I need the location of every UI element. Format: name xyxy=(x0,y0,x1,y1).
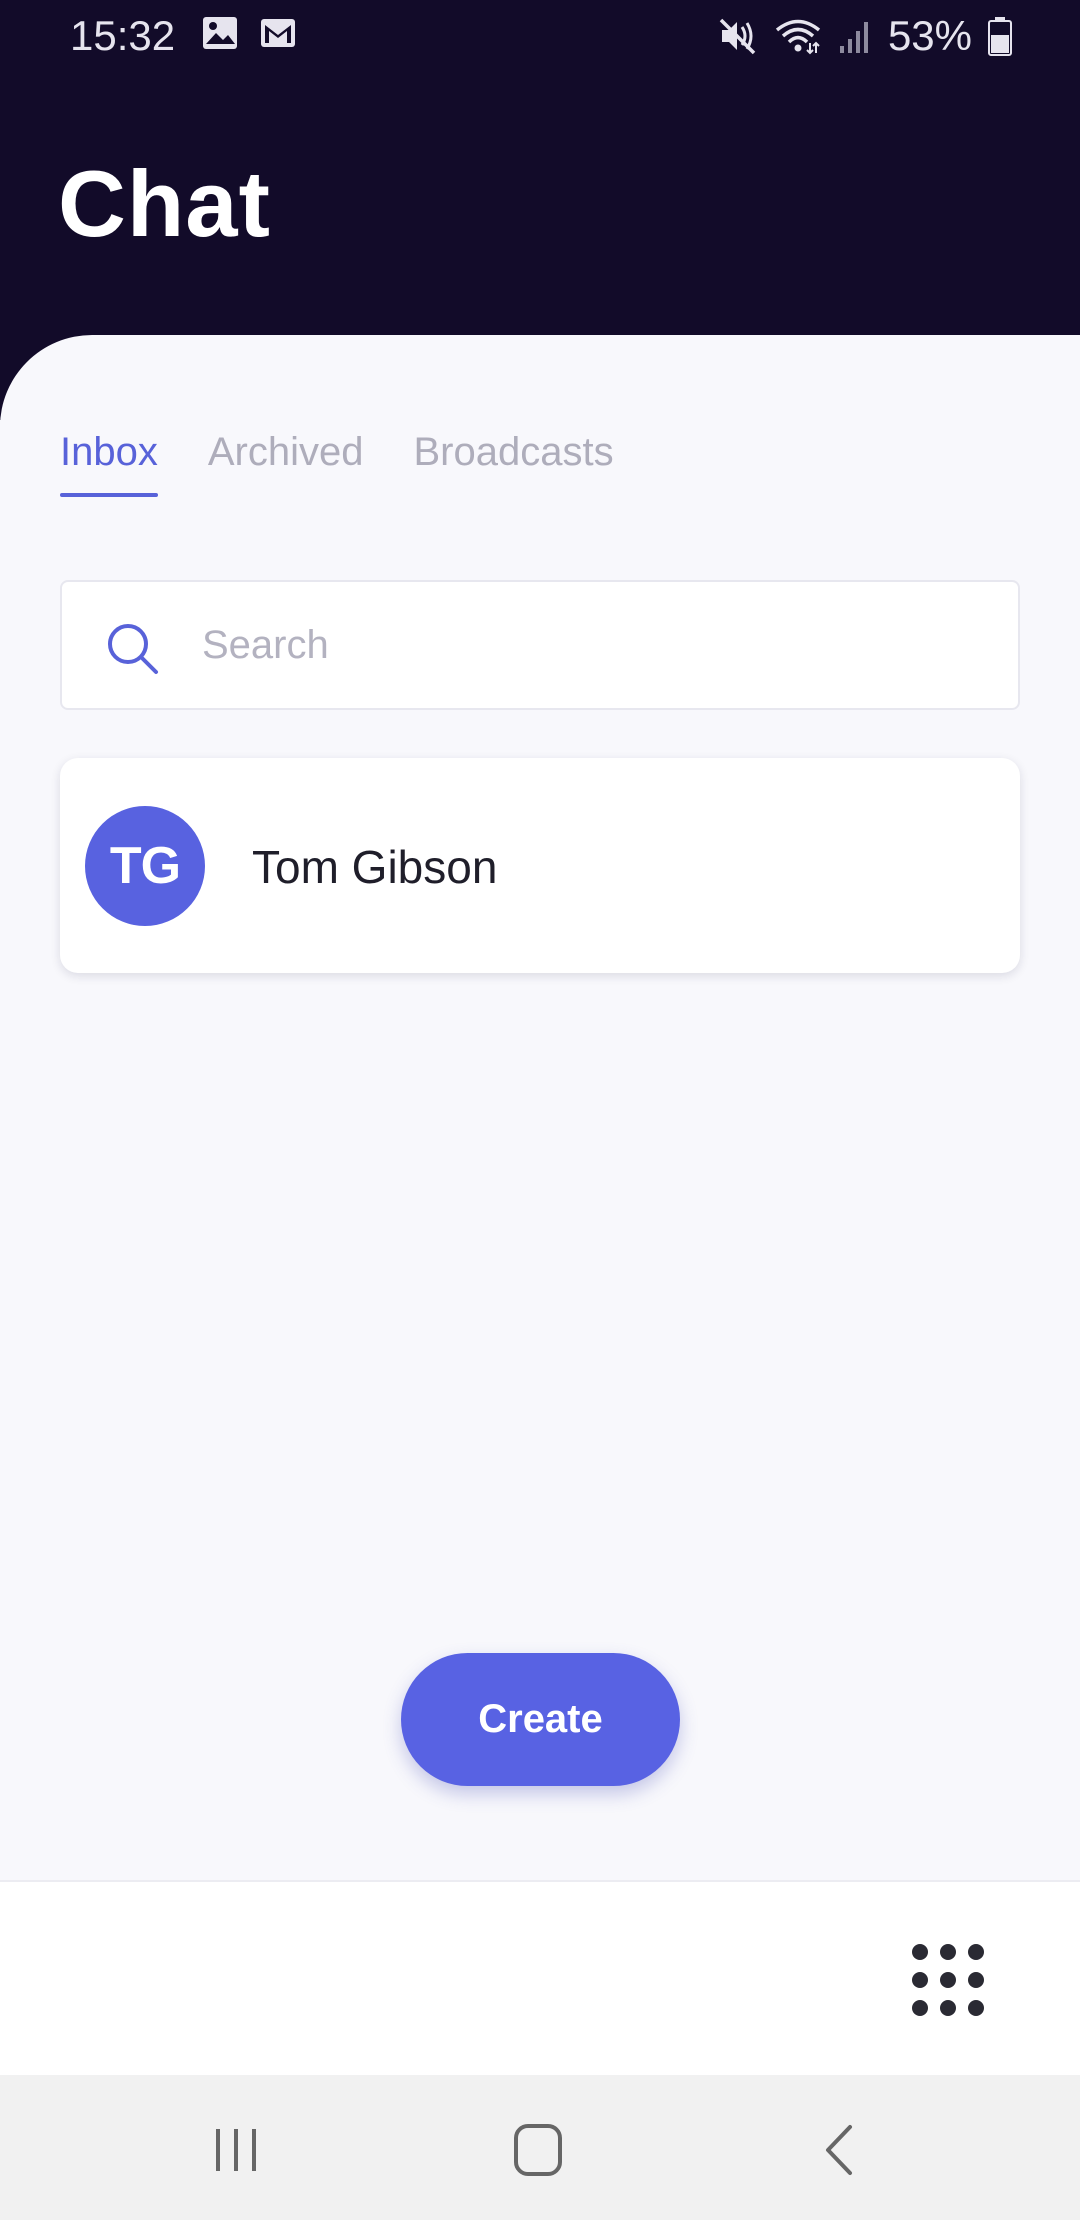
grid-menu-icon[interactable] xyxy=(910,1942,986,2018)
page-title: Chat xyxy=(58,151,271,256)
create-button[interactable]: Create xyxy=(401,1653,680,1786)
contact-name: Tom Gibson xyxy=(252,841,498,893)
recent-apps-icon[interactable] xyxy=(206,2123,266,2177)
battery-icon xyxy=(988,17,1012,56)
mute-icon xyxy=(719,18,756,55)
chat-list-item[interactable]: TG Tom Gibson xyxy=(60,758,1020,973)
chat-screen: 15:32 53% Chat Inbox Archived Broadcasts… xyxy=(0,0,1080,2220)
status-time: 15:32 xyxy=(70,12,176,59)
search-icon xyxy=(108,624,158,674)
content-sheet: Inbox Archived Broadcasts TG Tom Gibson … xyxy=(0,335,1080,1880)
image-icon xyxy=(203,17,237,49)
tab-bar: Inbox Archived Broadcasts xyxy=(60,430,614,497)
search-box[interactable] xyxy=(60,580,1020,710)
tab-broadcasts[interactable]: Broadcasts xyxy=(413,430,613,497)
battery-percent: 53% xyxy=(887,12,972,59)
avatar: TG xyxy=(85,806,205,926)
tab-archived[interactable]: Archived xyxy=(208,430,364,497)
wifi-icon xyxy=(775,19,821,55)
bottom-bar xyxy=(0,1880,1080,2075)
signal-icon xyxy=(839,22,868,53)
system-nav-bar xyxy=(0,2075,1080,2220)
tab-inbox[interactable]: Inbox xyxy=(60,430,158,497)
gmail-icon xyxy=(261,19,295,47)
back-icon[interactable] xyxy=(812,2123,872,2177)
home-icon[interactable] xyxy=(508,2123,568,2177)
status-bar: 15:32 53% xyxy=(0,0,1080,72)
search-input[interactable] xyxy=(202,582,982,708)
